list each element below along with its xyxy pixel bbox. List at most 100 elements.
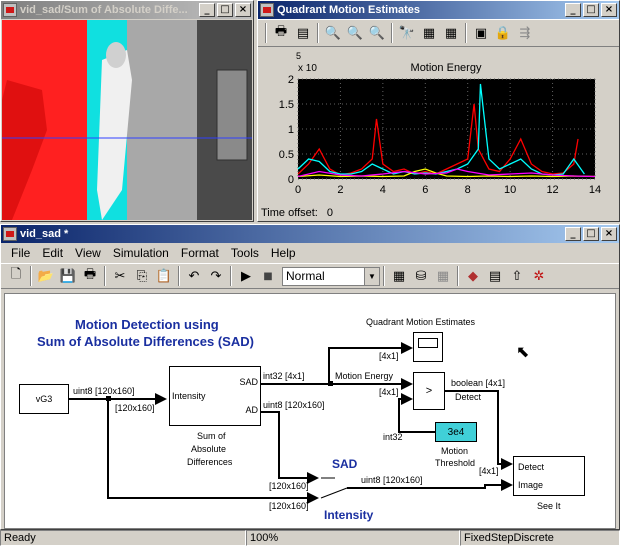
close-button[interactable]: × <box>601 3 617 17</box>
threshold-value: 3e4 <box>447 426 465 438</box>
zoom-x-icon[interactable]: 🔍 <box>344 22 366 44</box>
time-offset: Time offset: 0 <box>261 207 333 219</box>
print-icon[interactable]: 🖶 <box>79 265 101 287</box>
x-tick-label: 10 <box>504 184 516 196</box>
scope-window: Quadrant Motion Estimates _ □ × 🖶 ▤ 🔍 🔍 … <box>257 0 620 222</box>
scope-titlebar[interactable]: Quadrant Motion Estimates _ □ × <box>258 1 619 19</box>
signal-label-detect: Detect <box>455 392 482 402</box>
scope-block-caption: Quadrant Motion Estimates <box>366 317 476 327</box>
sim-mode-select[interactable]: Normal ▼ <box>282 266 380 286</box>
x-tick-label: 0 <box>295 184 301 196</box>
compare-block[interactable]: > <box>413 372 445 410</box>
scope-block[interactable] <box>413 332 443 362</box>
scope-plot-area: 5 x 10 Motion Energy 2 1.5 1 0.5 0 0 2 4 6 8 10 12… <box>258 49 619 221</box>
autoscale-icon[interactable]: 🔭 <box>396 22 418 44</box>
zoom-y-icon[interactable]: 🔍 <box>366 22 388 44</box>
model-canvas[interactable]: Motion Detection using Sum of Absolute D… <box>4 293 616 529</box>
cut-icon[interactable]: ✂ <box>109 265 131 287</box>
debug-icon[interactable]: ✲ <box>528 265 550 287</box>
x-tick-label: 8 <box>465 184 471 196</box>
maximize-button[interactable]: □ <box>583 227 599 241</box>
params-icon[interactable]: ▤ <box>292 22 314 44</box>
signal-label-switch-2: [120x160] <box>269 501 309 511</box>
paste-icon[interactable]: 📋 <box>153 265 175 287</box>
model-explorer-icon[interactable]: ▤ <box>484 265 506 287</box>
close-button[interactable]: × <box>235 3 251 17</box>
save-axes-icon[interactable]: ▦ <box>418 22 440 44</box>
menu-file[interactable]: File <box>5 246 36 260</box>
signal-label-boolean: boolean [4x1] <box>451 378 506 388</box>
scope-title: Quadrant Motion Estimates <box>277 4 421 16</box>
restore-axes-icon[interactable]: ▦ <box>440 22 462 44</box>
x-tick-label: 6 <box>422 184 428 196</box>
signal-label-motion-energy: Motion Energy <box>335 371 394 381</box>
incremental-build-icon[interactable]: ▦ <box>432 265 454 287</box>
compare-symbol: > <box>425 385 433 397</box>
float-icon[interactable]: ▣ <box>470 22 492 44</box>
menu-bar: File Edit View Simulation Format Tools H… <box>1 243 619 263</box>
threshold-caption-2: Threshold <box>435 458 476 468</box>
model-window: vid_sad * _ □ × File Edit View Simulatio… <box>0 224 620 530</box>
status-bar: Ready 100% FixedStepDiscrete <box>0 530 620 546</box>
diagram-heading-line2: Sum of Absolute Differences (SAD) <box>37 334 254 349</box>
video-titlebar[interactable]: vid_sad/Sum of Absolute Diffe... _ □ × <box>1 1 253 19</box>
save-icon[interactable]: 💾 <box>57 265 79 287</box>
y-tick-label: 2 <box>288 74 294 86</box>
video-window: vid_sad/Sum of Absolute Diffe... _ □ × <box>0 0 254 222</box>
simulink-icon <box>3 3 17 17</box>
maximize-button[interactable]: □ <box>583 3 599 17</box>
detect-block[interactable]: Detect Image <box>513 456 585 496</box>
lock-icon[interactable]: 🔒 <box>492 22 514 44</box>
zoom-icon[interactable]: 🔍 <box>322 22 344 44</box>
y-tick-label: 1.5 <box>279 99 294 111</box>
chevron-down-icon[interactable]: ▼ <box>364 267 379 285</box>
signal-label-sad-in: [120x160] <box>115 403 155 413</box>
menu-view[interactable]: View <box>69 246 107 260</box>
status-solver: FixedStepDiscrete <box>460 530 620 546</box>
threshold-caption-1: Motion <box>441 446 469 456</box>
time-offset-label: Time offset: <box>261 207 318 219</box>
model-titlebar[interactable]: vid_sad * _ □ × <box>1 225 619 243</box>
menu-tools[interactable]: Tools <box>225 246 265 260</box>
sad-block[interactable]: Intensity SAD AD <box>169 366 261 426</box>
video-source-label: vG3 <box>35 394 53 404</box>
close-button[interactable]: × <box>601 227 617 241</box>
maximize-button[interactable]: □ <box>217 3 233 17</box>
video-source-block[interactable]: vG3 <box>19 384 69 414</box>
redo-icon[interactable]: ↷ <box>205 265 227 287</box>
go-to-parent-icon[interactable]: ⇧ <box>506 265 528 287</box>
signal-label-compare-in: [4x1] <box>379 387 399 397</box>
menu-format[interactable]: Format <box>175 246 225 260</box>
minimize-button[interactable]: _ <box>565 227 581 241</box>
detect-caption: See It <box>537 501 561 511</box>
minimize-button[interactable]: _ <box>199 3 215 17</box>
signal-label-image-out: uint8 [120x160] <box>361 475 423 485</box>
sad-output-port-2: AD <box>245 405 258 415</box>
undo-icon[interactable]: ↶ <box>183 265 205 287</box>
play-icon[interactable]: ▶ <box>235 265 257 287</box>
minimize-button[interactable]: _ <box>565 3 581 17</box>
signal-label-detect-in: [4x1] <box>479 466 499 476</box>
menu-simulation[interactable]: Simulation <box>107 246 175 260</box>
library-browser-icon[interactable]: ◆ <box>462 265 484 287</box>
menu-edit[interactable]: Edit <box>36 246 69 260</box>
copy-icon[interactable]: ⎘ <box>131 265 153 287</box>
sad-caption-2: Absolute <box>191 444 227 454</box>
x-tick-label: 4 <box>380 184 386 196</box>
model-toolbar: 🗋 📂 💾 🖶 ✂ ⎘ 📋 ↶ ↷ ▶ ■ Normal ▼ ▦ ⛁ ▦ ◆ ▤… <box>1 263 619 289</box>
build-icon[interactable]: ▦ <box>388 265 410 287</box>
update-diagram-icon[interactable]: ⛁ <box>410 265 432 287</box>
print-icon[interactable]: 🖶 <box>270 22 292 44</box>
y-exponent-prefix: x 10 <box>298 63 317 74</box>
switch-intensity-label[interactable]: Intensity <box>324 508 373 522</box>
menu-help[interactable]: Help <box>265 246 302 260</box>
detect-input-1: Detect <box>518 462 545 472</box>
stop-icon[interactable]: ■ <box>257 265 279 287</box>
threshold-block[interactable]: 3e4 <box>435 422 477 442</box>
switch-sad-label[interactable]: SAD <box>332 457 357 471</box>
threshold-type: int32 <box>383 432 403 442</box>
new-icon[interactable]: 🗋 <box>5 265 27 287</box>
open-icon[interactable]: 📂 <box>35 265 57 287</box>
signal-select-icon[interactable]: ⇶ <box>514 22 536 44</box>
video-frame <box>2 20 252 220</box>
